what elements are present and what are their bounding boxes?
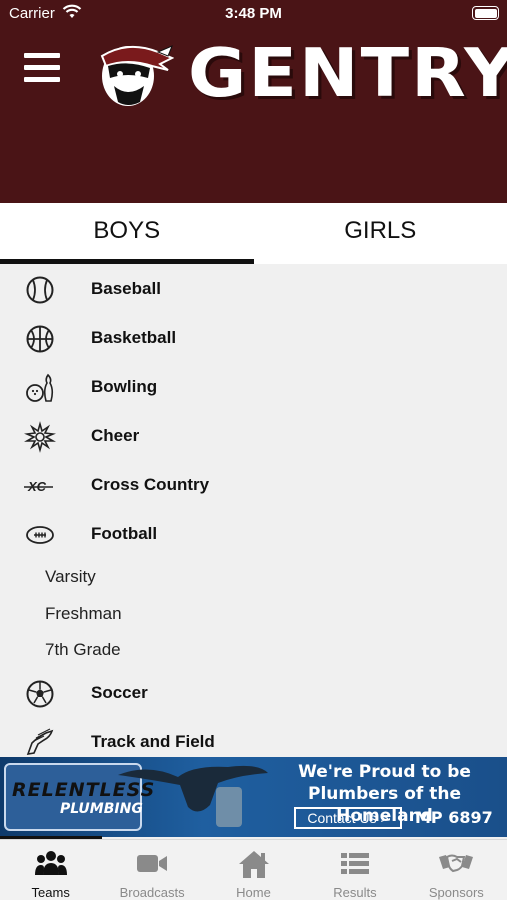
sub-item-freshman[interactable]: Freshman bbox=[0, 597, 507, 631]
tab-sponsors[interactable]: Sponsors bbox=[406, 840, 507, 900]
tab-broadcasts[interactable]: Broadcasts bbox=[101, 840, 202, 900]
tab-boys[interactable]: BOYS bbox=[0, 203, 254, 264]
sport-label: Baseball bbox=[91, 279, 161, 298]
bowling-icon bbox=[26, 373, 54, 402]
tab-label: Broadcasts bbox=[119, 885, 185, 900]
cheer-icon bbox=[24, 421, 56, 453]
status-time: 3:48 PM bbox=[225, 5, 282, 22]
basketball-icon bbox=[26, 325, 54, 353]
list-item-football[interactable]: Football bbox=[0, 511, 507, 555]
hamburger-menu-button[interactable] bbox=[24, 53, 61, 85]
list-item-baseball[interactable]: Baseball bbox=[0, 266, 507, 310]
tab-results[interactable]: Results bbox=[304, 840, 405, 900]
contact-us-button[interactable]: Contact Us > bbox=[294, 807, 402, 829]
list-item-track-and-field[interactable]: Track and Field bbox=[0, 719, 507, 756]
app-header: Carrier 3:48 PM GENTRY bbox=[0, 0, 507, 203]
tab-teams[interactable]: Teams bbox=[0, 840, 101, 900]
sport-label: Football bbox=[91, 524, 158, 543]
sport-label: Basketball bbox=[91, 328, 177, 347]
list-item-basketball[interactable]: Basketball bbox=[0, 315, 507, 359]
baseball-icon bbox=[26, 276, 54, 304]
sports-list: Baseball Basketball Bowling Cheer XC Cro… bbox=[0, 264, 507, 756]
list-item-soccer[interactable]: Soccer bbox=[0, 670, 507, 714]
sport-label: Soccer bbox=[91, 683, 148, 702]
handshake-icon bbox=[439, 854, 474, 873]
mascot-logo bbox=[100, 45, 174, 106]
status-bar: Carrier 3:48 PM bbox=[0, 0, 507, 28]
video-camera-icon bbox=[137, 855, 168, 872]
tab-label: Home bbox=[236, 885, 271, 900]
sub-item-7th-grade[interactable]: 7th Grade bbox=[0, 633, 507, 667]
football-icon bbox=[26, 526, 54, 544]
sport-label: Bowling bbox=[91, 377, 158, 396]
sponsor-ad-banner[interactable]: RELENTLESS PLUMBING We're Proud to be Pl… bbox=[0, 757, 507, 837]
tab-home[interactable]: Home bbox=[203, 840, 304, 900]
sub-item-varsity[interactable]: Varsity bbox=[0, 560, 507, 594]
tab-girls[interactable]: GIRLS bbox=[254, 203, 507, 264]
soccer-icon bbox=[26, 680, 54, 708]
cross-country-icon: XC bbox=[24, 479, 53, 494]
bottom-tab-bar: Teams Broadcasts Home Results Sponsors bbox=[0, 839, 507, 900]
sport-label: Cross Country bbox=[91, 475, 210, 494]
level-label: Freshman bbox=[45, 604, 122, 623]
list-item-bowling[interactable]: Bowling bbox=[0, 364, 507, 408]
list-item-cheer[interactable]: Cheer bbox=[0, 413, 507, 457]
list-item-cross-country[interactable]: XC Cross Country bbox=[0, 462, 507, 506]
level-label: 7th Grade bbox=[45, 640, 121, 659]
longhorn-faucet-graphic bbox=[118, 765, 268, 827]
list-icon bbox=[340, 853, 369, 874]
battery-icon bbox=[472, 6, 499, 20]
home-icon bbox=[238, 851, 269, 878]
tab-label: Sponsors bbox=[428, 885, 484, 900]
tab-label: Results bbox=[333, 885, 377, 900]
sport-label: Cheer bbox=[91, 426, 140, 445]
ad-headline-line1: We're Proud to be bbox=[298, 762, 471, 782]
track-shoe-icon bbox=[26, 728, 54, 756]
sport-label: Track and Field bbox=[91, 732, 215, 751]
gender-tabs: BOYS GIRLS bbox=[0, 203, 507, 264]
license-number: MP 6897 bbox=[415, 808, 493, 827]
level-label: Varsity bbox=[45, 567, 96, 586]
tab-label: Teams bbox=[31, 885, 70, 900]
teams-icon bbox=[34, 851, 67, 875]
brand-title: GENTRY bbox=[188, 34, 507, 112]
